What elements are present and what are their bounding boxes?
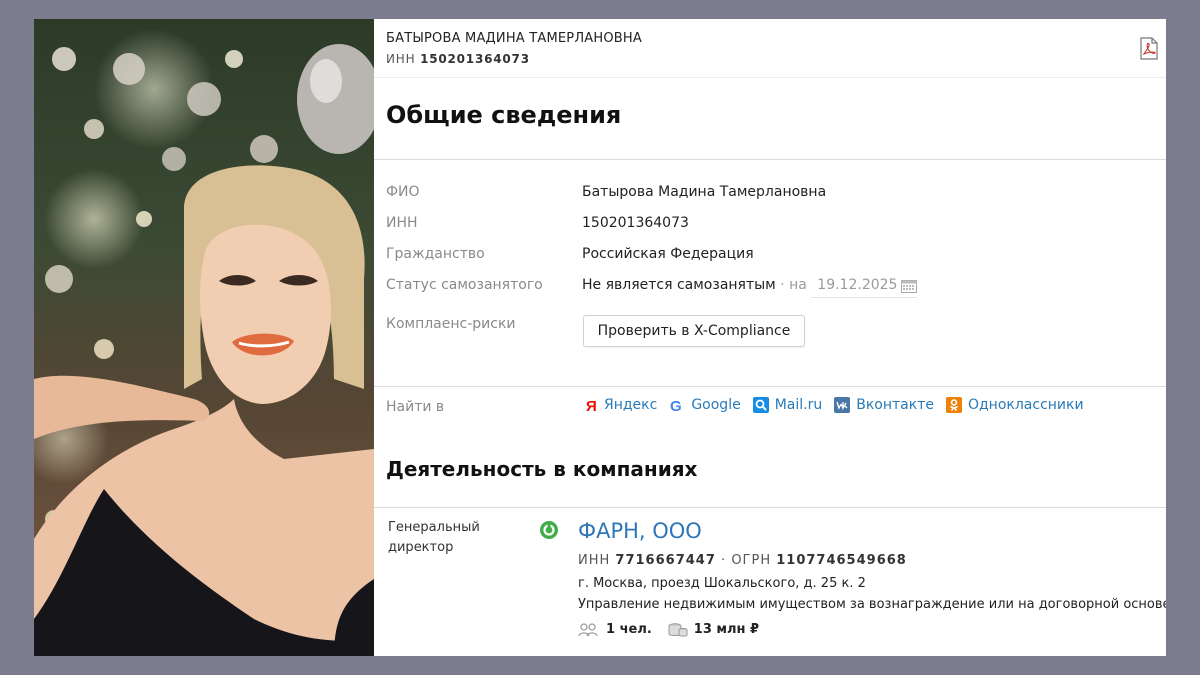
search-link-label: Google xyxy=(691,397,741,413)
search-link-label: Яндекс xyxy=(604,397,658,413)
date-value: 19.12.2025 xyxy=(817,277,898,293)
date-on-label: на xyxy=(789,277,807,293)
search-link-ok[interactable]: Одноклассники xyxy=(945,397,1084,413)
mailru-icon xyxy=(752,397,769,413)
value-citizenship: Российская Федерация xyxy=(582,246,754,262)
role-line: директор xyxy=(388,540,454,555)
coins-icon xyxy=(668,622,688,637)
section-title-companies: Деятельность в компаниях xyxy=(386,457,698,481)
company-stats: 1 чел. 13 млн ₽ xyxy=(578,622,775,637)
profile-photo xyxy=(34,19,374,656)
google-icon: G xyxy=(669,397,685,415)
section-divider xyxy=(374,159,1166,160)
search-link-label: Одноклассники xyxy=(967,397,1084,413)
value-selfemployed: Не является самозанятым · на 19.12.2025 xyxy=(582,277,918,298)
selfemployed-status: Не является самозанятым xyxy=(582,277,776,293)
search-link-vk[interactable]: Вконтакте xyxy=(834,397,934,413)
date-field[interactable]: 19.12.2025 xyxy=(811,277,918,298)
calendar-icon[interactable] xyxy=(901,279,918,293)
value-fio: Батырова Мадина Тамерлановна xyxy=(582,184,827,200)
company-inn: 7716667447 xyxy=(615,553,716,568)
label-compliance: Комплаенс-риски xyxy=(386,316,516,332)
employees-value: 1 чел. xyxy=(606,622,652,637)
value-inn: 150201364073 xyxy=(582,215,689,231)
company-role: Генеральный директор xyxy=(388,518,480,558)
revenue-stat: 13 млн ₽ xyxy=(668,622,759,637)
section-divider xyxy=(374,507,1166,508)
person-inn: ИНН 150201364073 xyxy=(386,52,642,66)
section-divider xyxy=(374,386,1166,387)
inn-label: ИНН xyxy=(386,52,416,66)
company-link[interactable]: ФАРН, ООО xyxy=(578,519,702,543)
ok-icon xyxy=(945,397,962,413)
separator-dot: · xyxy=(780,277,785,293)
header-divider xyxy=(374,77,1166,78)
search-link-yandex[interactable]: Я Яндекс xyxy=(582,397,658,415)
label-fio: ФИО xyxy=(386,184,420,200)
search-link-google[interactable]: G Google xyxy=(669,397,741,415)
company-inn-label: ИНН xyxy=(578,553,611,568)
company-ogrn: 1107746549668 xyxy=(776,553,907,568)
card-header: БАТЫРОВА МАДИНА ТАМЕРЛАНОВНА ИНН 1502013… xyxy=(386,31,642,66)
company-ogrn-label: ОГРН xyxy=(731,553,772,568)
vk-icon xyxy=(834,397,851,413)
svg-text:Я: Я xyxy=(586,398,597,413)
yandex-icon: Я xyxy=(582,397,598,415)
label-find-in: Найти в xyxy=(386,399,445,415)
label-inn: ИНН xyxy=(386,215,418,231)
inn-value: 150201364073 xyxy=(420,52,530,66)
screenshot-frame: БАТЫРОВА МАДИНА ТАМЕРЛАНОВНА ИНН 1502013… xyxy=(34,19,1166,656)
employees-stat: 1 чел. xyxy=(578,622,652,637)
search-link-label: Вконтакте xyxy=(856,397,934,413)
check-compliance-button[interactable]: Проверить в X-Compliance xyxy=(583,315,805,347)
section-title-general: Общие сведения xyxy=(386,101,622,129)
company-activity: Управление недвижимым имуществом за возн… xyxy=(578,597,1166,612)
search-link-label: Mail.ru xyxy=(774,397,823,413)
person-name: БАТЫРОВА МАДИНА ТАМЕРЛАНОВНА xyxy=(386,31,642,46)
company-ids: ИНН 7716667447 · ОГРН 1107746549668 xyxy=(578,553,907,568)
company-address: г. Москва, проезд Шокальского, д. 25 к. … xyxy=(578,576,866,591)
label-citizenship: Гражданство xyxy=(386,246,485,262)
search-links: Я Яндекс G Google Mail.ru Вконтакте Одно… xyxy=(582,397,1096,415)
active-status-icon xyxy=(540,521,558,539)
pdf-export-icon[interactable] xyxy=(1138,37,1160,61)
revenue-value: 13 млн ₽ xyxy=(693,622,760,637)
label-selfemployed: Статус самозанятого xyxy=(386,277,543,293)
people-icon xyxy=(578,622,598,636)
role-line: Генеральный xyxy=(388,520,480,535)
person-card: БАТЫРОВА МАДИНА ТАМЕРЛАНОВНА ИНН 1502013… xyxy=(374,19,1166,656)
search-link-mailru[interactable]: Mail.ru xyxy=(752,397,823,413)
svg-text:G: G xyxy=(670,398,682,413)
